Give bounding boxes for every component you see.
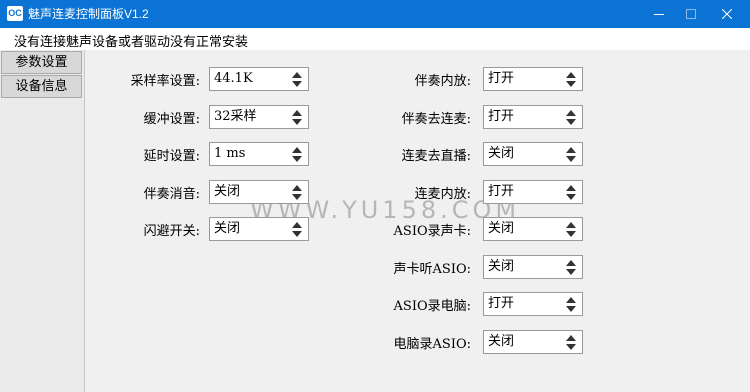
left-setting-select-value-3: 关闭: [214, 183, 241, 199]
close-button[interactable]: [704, 0, 750, 28]
right-setting-label-4: ASIO录声卡:: [393, 224, 471, 239]
device-status-text: 没有连接魅声设备或者驱动没有正常安装: [14, 35, 249, 50]
spin-arrows-icon: [292, 147, 302, 162]
right-setting-label-3: 连麦内放:: [414, 186, 471, 202]
left-setting-select-value-1: 32采样: [214, 108, 257, 124]
spin-arrows-icon: [566, 147, 576, 162]
maximize-icon: [686, 9, 696, 19]
nav-panel: 参数设置 设备信息: [0, 50, 84, 392]
spin-arrows-icon: [566, 259, 576, 275]
right-setting-label-5: 声卡听ASIO:: [393, 261, 471, 277]
left-setting-select-0[interactable]: 44.1K: [209, 67, 309, 91]
spin-arrows-icon: [292, 72, 302, 87]
right-setting-select-value-1: 打开: [488, 108, 515, 124]
spin-arrows-icon: [566, 72, 576, 87]
app-icon: OC: [7, 6, 23, 21]
right-setting-select-7[interactable]: 关闭: [483, 329, 583, 354]
right-setting-select-6[interactable]: 打开: [483, 292, 583, 316]
spin-arrows-icon: [292, 222, 302, 237]
right-setting-select-4[interactable]: 关闭: [483, 217, 583, 241]
left-setting-label-4: 闪避开关:: [143, 224, 200, 239]
right-setting-label-2: 连麦去直播:: [401, 149, 471, 164]
left-setting-label-0: 采样率设置:: [130, 74, 200, 89]
spin-arrows-icon: [566, 109, 576, 125]
right-setting-select-value-4: 关闭: [488, 221, 515, 236]
right-setting-select-value-5: 关闭: [488, 258, 515, 274]
right-setting-select-value-6: 打开: [488, 296, 515, 311]
right-setting-select-value-0: 打开: [488, 71, 515, 86]
spin-arrows-icon: [566, 222, 576, 237]
right-setting-select-0[interactable]: 打开: [483, 67, 583, 91]
left-setting-label-1: 缓冲设置:: [143, 111, 200, 127]
left-setting-select-value-4: 关闭: [214, 221, 241, 236]
right-setting-label-6: ASIO录电脑:: [393, 299, 471, 314]
right-setting-select-1[interactable]: 打开: [483, 104, 583, 129]
spin-arrows-icon: [292, 109, 302, 125]
spin-arrows-icon: [292, 184, 302, 200]
left-setting-select-3[interactable]: 关闭: [209, 179, 309, 204]
right-setting-label-7: 电脑录ASIO:: [393, 336, 471, 352]
right-setting-select-value-2: 关闭: [488, 146, 515, 161]
right-setting-select-2[interactable]: 关闭: [483, 142, 583, 166]
left-setting-select-value-0: 44.1K: [214, 71, 253, 86]
spin-arrows-icon: [566, 184, 576, 200]
minimize-icon: [654, 14, 664, 15]
left-setting-select-4[interactable]: 关闭: [209, 217, 309, 241]
left-setting-label-3: 伴奏消音:: [143, 186, 200, 202]
right-setting-select-5[interactable]: 关闭: [483, 254, 583, 279]
right-setting-select-value-3: 打开: [488, 183, 515, 199]
right-setting-select-value-7: 关闭: [488, 333, 515, 349]
spin-arrows-icon: [566, 297, 576, 312]
nav-device-info[interactable]: 设备信息: [1, 75, 82, 98]
right-setting-label-1: 伴奏去连麦:: [401, 111, 471, 127]
spin-arrows-icon: [566, 334, 576, 350]
left-setting-select-2[interactable]: 1 ms: [209, 142, 309, 166]
left-setting-select-1[interactable]: 32采样: [209, 104, 309, 129]
close-icon: [722, 9, 732, 19]
window-title: 魅声连麦控制面板V1.2: [28, 7, 149, 21]
title-bar: OC 魅声连麦控制面板V1.2: [0, 0, 750, 28]
left-setting-select-value-2: 1 ms: [214, 146, 246, 161]
right-setting-label-0: 伴奏内放:: [414, 74, 471, 89]
nav-parameter-settings[interactable]: 参数设置: [1, 51, 82, 74]
right-setting-select-3[interactable]: 打开: [483, 179, 583, 204]
left-setting-label-2: 延时设置:: [143, 149, 200, 164]
